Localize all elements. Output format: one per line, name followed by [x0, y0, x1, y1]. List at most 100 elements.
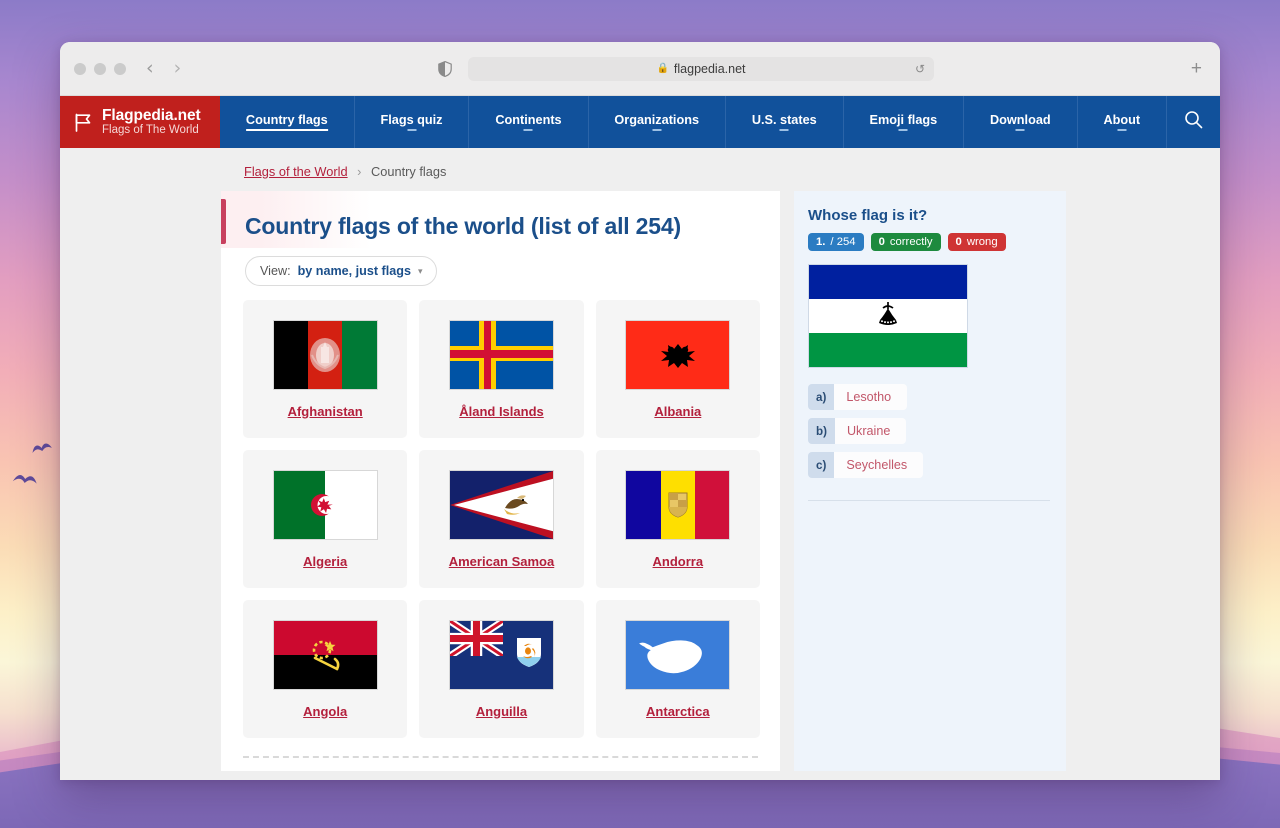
albania-flag-image	[625, 319, 731, 390]
back-button[interactable]: ‹	[146, 59, 154, 78]
flag-label[interactable]: Åland Islands	[459, 404, 544, 419]
nav-item-about[interactable]: About	[1078, 96, 1167, 148]
flag-cell-aland-islands[interactable]: Åland Islands	[419, 300, 584, 438]
quiz-wrong-number: 0	[955, 236, 962, 248]
grid-divider	[243, 756, 758, 758]
nav-label: Country flags	[246, 113, 328, 131]
view-select-dropdown[interactable]: View: by name, just flags ▾	[245, 256, 438, 286]
flag-label[interactable]: Angola	[303, 704, 347, 719]
browser-toolbar: ‹ › 🔒 flagpedia.net ↺ +	[60, 42, 1220, 96]
browser-window: ‹ › 🔒 flagpedia.net ↺ + Flagpedia.net Fl…	[60, 42, 1220, 780]
quiz-answer-key: b)	[808, 418, 835, 444]
nav-label: Download	[990, 113, 1051, 131]
view-select-value: by name, just flags	[297, 264, 411, 278]
logo-title: Flagpedia.net	[102, 106, 201, 124]
algeria-flag-image	[272, 469, 378, 540]
flag-cell-andorra[interactable]: Andorra	[595, 450, 760, 588]
quiz-correct-badge: 0 correctly	[870, 233, 941, 251]
quiz-answer-c[interactable]: c) Seychelles	[808, 452, 924, 478]
flag-label[interactable]: Afghanistan	[288, 404, 363, 419]
flag-label[interactable]: Andorra	[653, 554, 704, 569]
site-logo[interactable]: Flagpedia.net Flags of The World	[60, 96, 220, 148]
title-accent-bar	[221, 199, 226, 244]
nav-label: Emoji flags	[870, 113, 938, 131]
flag-label[interactable]: Anguilla	[476, 704, 527, 719]
nav-item-flags-quiz[interactable]: Flags quiz	[355, 96, 470, 148]
lock-icon: 🔒	[656, 63, 669, 74]
breadcrumb: Flags of the World › Country flags	[60, 148, 1220, 191]
nav-item-organizations[interactable]: Organizations	[589, 96, 726, 148]
search-icon	[1184, 110, 1203, 134]
quiz-title: Whose flag is it?	[808, 207, 928, 224]
main-content-card: Country flags of the world (list of all …	[221, 191, 780, 771]
flag-cell-angola[interactable]: Angola	[243, 600, 408, 738]
flag-cell-american-samoa[interactable]: American Samoa	[419, 450, 584, 588]
nav-item-continents[interactable]: Continents	[469, 96, 589, 148]
breadcrumb-current: Country flags	[371, 164, 447, 179]
angola-flag-image	[272, 619, 378, 690]
flag-cell-algeria[interactable]: Algeria	[243, 450, 408, 588]
nav-item-emoji-flags[interactable]: Emoji flags	[844, 96, 965, 148]
quiz-divider	[808, 500, 1050, 501]
quiz-wrong-badge: 0 wrong	[947, 233, 1006, 251]
quiz-answer-key: a)	[808, 384, 835, 410]
quiz-answer-text: Seychelles	[834, 452, 924, 478]
quiz-badges: 1. / 254 0 correctly 0 wrong	[808, 233, 1050, 251]
page-body: Flags of the World › Country flags Count…	[60, 148, 1220, 780]
flag-cell-albania[interactable]: Albania	[595, 300, 760, 438]
content-row: Country flags of the world (list of all …	[60, 191, 1220, 771]
quiz-answer-text: Ukraine	[834, 418, 907, 444]
view-row: View: by name, just flags ▾	[221, 248, 780, 300]
flag-label[interactable]: Albania	[654, 404, 701, 419]
logo-text-block: Flagpedia.net Flags of The World	[102, 106, 201, 137]
flag-label[interactable]: American Samoa	[449, 554, 555, 569]
flag-label[interactable]: Algeria	[303, 554, 347, 569]
reload-icon[interactable]: ↺	[915, 62, 925, 76]
quiz-flag-image	[808, 264, 968, 368]
nav-item-us-states[interactable]: U.S. states	[726, 96, 844, 148]
flag-logo-icon	[73, 112, 94, 133]
quiz-answer-b[interactable]: b) Ukraine	[808, 418, 907, 444]
nav-item-download[interactable]: Download	[964, 96, 1078, 148]
logo-subtitle: Flags of The World	[102, 124, 199, 137]
view-select-label: View:	[260, 264, 291, 278]
minimize-window-button[interactable]	[94, 62, 106, 75]
nav-label: U.S. states	[752, 113, 817, 131]
bird-icon	[11, 468, 40, 492]
close-window-button[interactable]	[74, 62, 86, 75]
maximize-window-button[interactable]	[114, 62, 126, 75]
search-button[interactable]	[1167, 96, 1220, 148]
quiz-progress-badge: 1. / 254	[808, 233, 864, 251]
site-navigation-bar: Flagpedia.net Flags of The World Country…	[60, 96, 1220, 148]
quiz-correct-number: 0	[878, 236, 885, 248]
title-row: Country flags of the world (list of all …	[221, 191, 780, 248]
american-samoa-flag-image	[448, 469, 554, 540]
page-title: Country flags of the world (list of all …	[245, 213, 681, 239]
flag-cell-anguilla[interactable]: Anguilla	[419, 600, 584, 738]
quiz-answer-text: Lesotho	[834, 384, 908, 410]
quiz-answer-a[interactable]: a) Lesotho	[808, 384, 908, 410]
quiz-wrong-label: wrong	[966, 236, 998, 248]
flag-cell-antarctica[interactable]: Antarctica	[595, 600, 760, 738]
nav-label: About	[1103, 113, 1140, 131]
nav-item-country-flags[interactable]: Country flags	[220, 96, 355, 148]
window-controls[interactable]	[74, 62, 126, 75]
flag-cell-afghanistan[interactable]: Afghanistan	[243, 300, 408, 438]
shield-icon[interactable]	[438, 60, 452, 77]
andorra-flag-image	[625, 469, 731, 540]
aland-islands-flag-image	[448, 319, 554, 390]
quiz-panel: Whose flag is it? 1. / 254 0 correctly 0	[794, 191, 1066, 771]
antarctica-flag-image	[625, 619, 731, 690]
url-bar[interactable]: 🔒 flagpedia.net ↺	[468, 56, 934, 81]
forward-button[interactable]: ›	[174, 59, 182, 78]
breadcrumb-home-link[interactable]: Flags of the World	[244, 164, 348, 179]
anguilla-flag-image	[448, 619, 554, 690]
new-tab-button[interactable]: +	[1191, 59, 1202, 78]
quiz-answer-key: c)	[808, 452, 835, 478]
quiz-progress-number: 1.	[816, 236, 826, 248]
nav-label: Flags quiz	[381, 113, 443, 131]
breadcrumb-separator: ›	[357, 164, 362, 179]
bird-icon	[29, 439, 54, 460]
flag-label[interactable]: Antarctica	[646, 704, 710, 719]
quiz-progress-total: / 254	[830, 236, 856, 248]
